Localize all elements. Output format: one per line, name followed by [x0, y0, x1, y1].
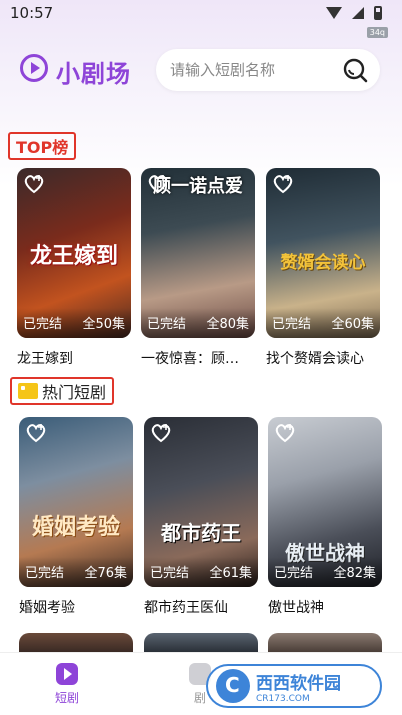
- watermark-sub: CR173.COM: [256, 693, 310, 704]
- heart-icon[interactable]: [23, 174, 45, 194]
- status-time: 10:57: [10, 4, 54, 22]
- tab-label: 短剧: [54, 691, 79, 705]
- search-box[interactable]: [156, 49, 380, 91]
- fps-badge: 34q: [366, 27, 388, 38]
- episode-count: 全76集: [84, 566, 127, 581]
- poster[interactable]: 顾一诺点爱 已完结 全80集: [141, 168, 255, 338]
- poster-overlay: 已完结 全60集: [266, 308, 380, 338]
- status-label: 已完结: [147, 317, 187, 332]
- card-title[interactable]: 傲世战神: [268, 597, 386, 617]
- drama-card[interactable]: 婚姻考验 已完结 全76集 婚姻考验: [19, 417, 133, 617]
- section-title-top: TOP榜: [8, 132, 77, 160]
- watermark-logo-icon: [216, 669, 250, 703]
- poster-title-art: 龙王嫁到: [29, 243, 118, 269]
- status-label: 已完结: [274, 566, 314, 581]
- search-input[interactable]: [170, 49, 330, 91]
- section-title-hot-label: 热门短剧: [42, 383, 107, 402]
- play-tab-icon: [56, 663, 78, 685]
- crown-icon: [18, 383, 38, 399]
- poster-overlay: 已完结 全50集: [17, 308, 131, 338]
- battery-icon: [374, 6, 382, 20]
- poster-title-art: 婚姻考验: [31, 514, 120, 540]
- heart-icon[interactable]: [274, 423, 296, 443]
- watermark-main: 西西软件园: [256, 673, 341, 694]
- heart-icon[interactable]: [147, 174, 169, 194]
- section-title-top-label: TOP榜: [16, 138, 69, 157]
- episode-count: 全80集: [206, 317, 249, 332]
- app-header: 小剧场: [0, 46, 402, 92]
- watermark: 西西软件园 CR173.COM: [206, 664, 382, 708]
- poster-overlay: 已完结 全61集: [144, 557, 258, 587]
- tab-shorts[interactable]: 短剧: [37, 663, 97, 706]
- status-bar: 10:57 34q: [0, 0, 402, 38]
- status-label: 已完结: [23, 317, 63, 332]
- drama-card[interactable]: 顾一诺点爱 已完结 全80集 一夜惊喜：顾…: [141, 168, 255, 368]
- watermark-text: 西西软件园 CR173.COM: [256, 669, 341, 704]
- poster[interactable]: 婚姻考验 已完结 全76集: [19, 417, 133, 587]
- app-name: 小剧场: [56, 60, 131, 88]
- poster-title-art: 赘婿会读心: [280, 253, 366, 273]
- card-title[interactable]: 找个赘婿会读心: [266, 348, 384, 368]
- status-label: 已完结: [25, 566, 65, 581]
- poster-overlay: 已完结 全76集: [19, 557, 133, 587]
- signal-icon: [352, 7, 364, 19]
- poster-partial[interactable]: [268, 633, 382, 652]
- poster[interactable]: 都市药王 已完结 全61集: [144, 417, 258, 587]
- card-title[interactable]: 婚姻考验: [19, 597, 137, 617]
- poster[interactable]: 龙王嫁到 已完结 全50集: [17, 168, 131, 338]
- card-title[interactable]: 龙王嫁到: [17, 348, 135, 368]
- search-icon[interactable]: [342, 57, 368, 83]
- heart-icon[interactable]: [25, 423, 47, 443]
- poster[interactable]: 傲世战神 已完结 全82集: [268, 417, 382, 587]
- drama-card[interactable]: 都市药王 已完结 全61集 都市药王医仙: [144, 417, 258, 617]
- heart-icon[interactable]: [272, 174, 294, 194]
- drama-card[interactable]: 龙王嫁到 已完结 全50集 龙王嫁到: [17, 168, 131, 368]
- section-title-hot: 热门短剧: [10, 377, 115, 405]
- card-title[interactable]: 一夜惊喜：顾…: [141, 348, 259, 368]
- status-label: 已完结: [150, 566, 190, 581]
- drama-card[interactable]: 赘婿会读心 已完结 全60集 找个赘婿会读心: [266, 168, 380, 368]
- episode-count: 全60集: [331, 317, 374, 332]
- wifi-icon: [326, 7, 342, 19]
- logo-play-icon: [20, 54, 48, 82]
- episode-count: 全82集: [333, 566, 376, 581]
- card-title[interactable]: 都市药王医仙: [144, 597, 262, 617]
- poster-title-art: 都市药王: [161, 521, 241, 545]
- status-label: 已完结: [272, 317, 312, 332]
- status-icons: [326, 6, 382, 20]
- poster[interactable]: 赘婿会读心 已完结 全60集: [266, 168, 380, 338]
- poster-partial[interactable]: [19, 633, 133, 652]
- poster-partial[interactable]: [144, 633, 258, 652]
- poster-overlay: 已完结 全80集: [141, 308, 255, 338]
- episode-count: 全61集: [209, 566, 252, 581]
- drama-card[interactable]: 傲世战神 已完结 全82集 傲世战神: [268, 417, 382, 617]
- heart-icon[interactable]: [150, 423, 172, 443]
- poster-overlay: 已完结 全82集: [268, 557, 382, 587]
- episode-count: 全50集: [82, 317, 125, 332]
